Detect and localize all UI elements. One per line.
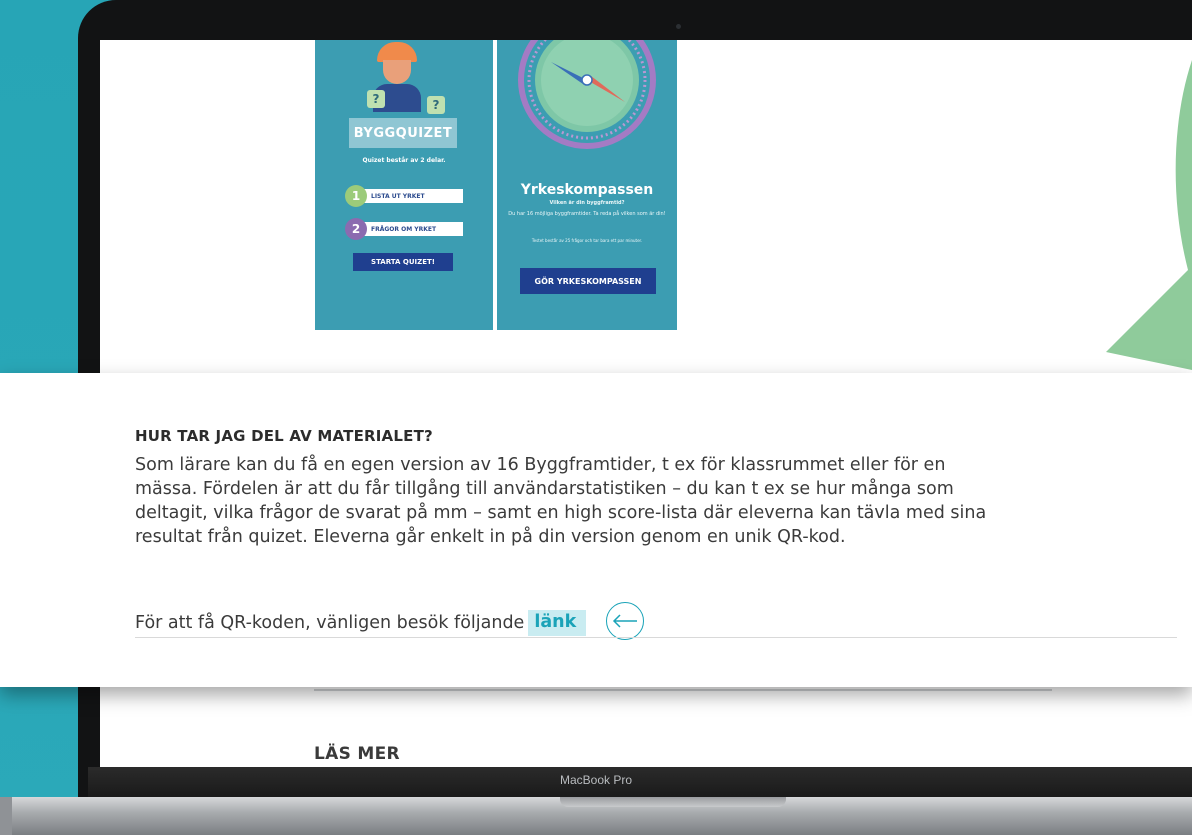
panel-divider <box>135 637 1177 638</box>
worker-face <box>383 60 411 84</box>
green-decoration <box>1106 60 1192 370</box>
info-heading: HUR TAR JAG DEL AV MATERIALET? <box>135 427 433 445</box>
device-model-label: MacBook Pro <box>559 773 633 787</box>
step-item: FRÅGOR OM YRKET 2 <box>345 218 465 240</box>
question-bubble-icon: ? <box>367 90 385 108</box>
camera <box>676 24 681 29</box>
step-number: 2 <box>345 218 367 240</box>
hard-hat-icon <box>377 42 417 62</box>
content-divider <box>314 689 1052 691</box>
link-prefix: För att få QR-koden, vänligen besök följ… <box>135 613 525 633</box>
compass-icon <box>518 40 656 149</box>
qr-link-line: För att få QR-koden, vänligen besök följ… <box>135 602 645 640</box>
step-label: FRÅGOR OM YRKET <box>363 222 463 236</box>
info-line: resultat från quizet. Eleverna går enkel… <box>135 527 846 547</box>
read-more-heading: LÄS MER <box>314 744 400 764</box>
yrkeskompassen-card[interactable]: Yrkeskompassen Vilken är din byggframtid… <box>497 40 677 330</box>
start-quiz-button[interactable]: STARTA QUIZET! <box>353 253 453 271</box>
info-panel: HUR TAR JAG DEL AV MATERIALET? Som lärar… <box>0 373 1192 687</box>
byggquizet-subtitle: Quizet består av 2 delar. <box>362 157 446 164</box>
laptop-base-notch <box>560 797 786 807</box>
info-line: Som lärare kan du få en egen version av … <box>135 455 946 475</box>
step-label: LISTA UT YRKET <box>363 189 463 203</box>
arrow-left-icon[interactable] <box>606 602 645 640</box>
info-line: mässa. Fördelen är att du får tillgång t… <box>135 479 954 499</box>
laptop-base-edge <box>0 797 12 835</box>
yrkeskompassen-description: Du har 16 möjliga byggframtider. Ta reda… <box>508 211 666 217</box>
yrkeskompassen-note: Testet består av 25 frågor och tar bara … <box>531 238 643 243</box>
info-body: Som lärare kan du få en egen version av … <box>135 453 1185 549</box>
question-bubble-icon: ? <box>427 96 445 114</box>
yrkeskompassen-subtitle: Vilken är din byggframtid? <box>549 200 625 206</box>
yrkeskompassen-title: Yrkeskompassen <box>520 182 654 198</box>
start-compass-button[interactable]: GÖR YRKESKOMPASSEN <box>520 268 656 294</box>
step-number: 1 <box>345 185 367 207</box>
byggquizet-title: BYGGQUIZET <box>349 118 457 148</box>
info-line: deltagit, vilka frågor de svarat på mm –… <box>135 503 987 523</box>
qr-code-link[interactable]: länk <box>528 610 587 636</box>
step-item: LISTA UT YRKET 1 <box>345 185 465 207</box>
byggquizet-card[interactable]: ? ? BYGGQUIZET Quizet består av 2 delar.… <box>315 40 493 330</box>
